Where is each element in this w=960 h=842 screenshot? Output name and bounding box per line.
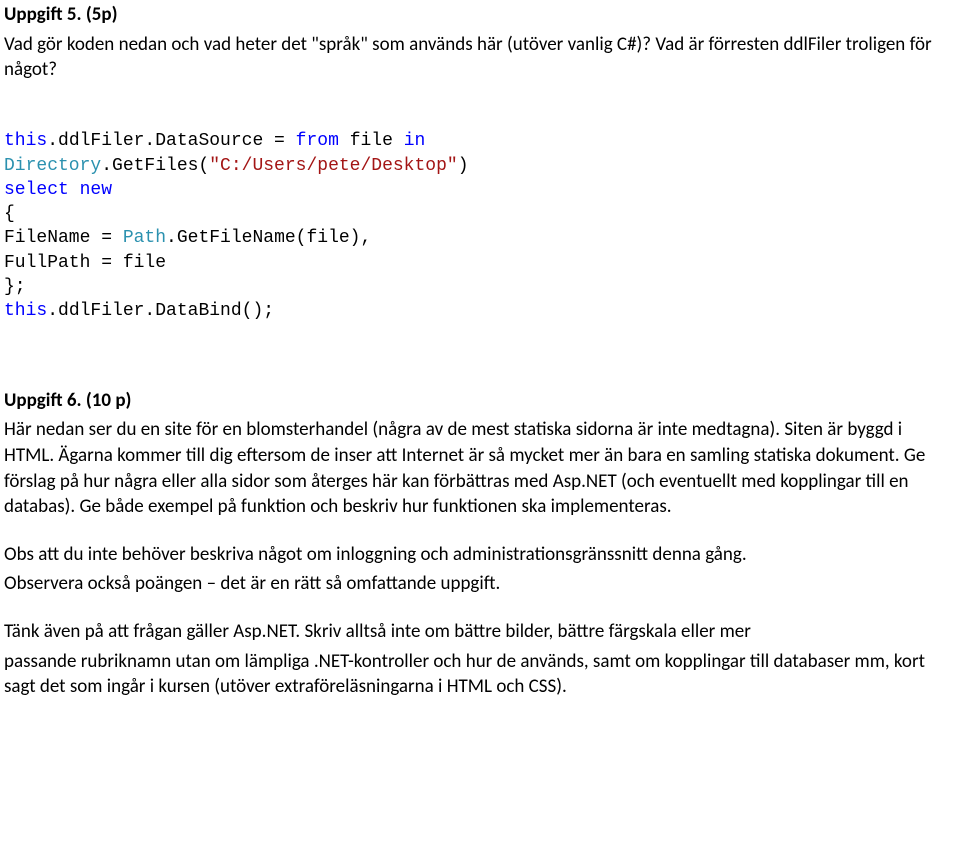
task5-code-block: this.ddlFiler.DataSource = from file in …	[4, 105, 952, 324]
class-path: Path	[123, 228, 166, 248]
code-text: .ddlFiler.DataBind();	[47, 301, 274, 321]
code-text: .GetFileName(file),	[166, 228, 371, 248]
code-line-2: Directory.GetFiles("C:/Users/pete/Deskto…	[4, 156, 469, 176]
code-text	[69, 180, 80, 200]
code-line-1: this.ddlFiler.DataSource = from file in	[4, 131, 425, 151]
task5-intro: Vad gör koden nedan och vad heter det "s…	[4, 32, 952, 83]
code-text: {	[4, 204, 15, 224]
class-directory: Directory	[4, 156, 101, 176]
code-text: .ddlFiler.DataSource =	[47, 131, 295, 151]
keyword-in: in	[404, 131, 426, 151]
code-line-3: select new	[4, 180, 112, 200]
keyword-this: this	[4, 301, 47, 321]
code-line-8: this.ddlFiler.DataBind();	[4, 301, 274, 321]
task6-paragraph-1: Här nedan ser du en site för en blomster…	[4, 417, 952, 520]
task5-heading: Uppgift 5. (5p)	[4, 2, 952, 28]
code-text: )	[458, 156, 469, 176]
task6-paragraph-3a: Tänk även på att frågan gäller Asp.NET. …	[4, 619, 952, 645]
string-literal: "C:/Users/pete/Desktop"	[209, 156, 457, 176]
code-line-6: FullPath = file	[4, 253, 166, 273]
keyword-from: from	[296, 131, 339, 151]
code-text: FileName =	[4, 228, 123, 248]
code-text: };	[4, 277, 26, 297]
keyword-new: new	[80, 180, 112, 200]
code-text: FullPath = file	[4, 253, 166, 273]
task6-paragraph-3b: passande rubriknamn utan om lämpliga .NE…	[4, 649, 952, 700]
document-page: Uppgift 5. (5p) Vad gör koden nedan och …	[0, 0, 960, 748]
code-line-5: FileName = Path.GetFileName(file),	[4, 228, 371, 248]
code-text: file	[339, 131, 404, 151]
task6-section: Uppgift 6. (10 p) Här nedan ser du en si…	[4, 388, 952, 700]
keyword-select: select	[4, 180, 69, 200]
keyword-this: this	[4, 131, 47, 151]
task6-paragraph-2a: Obs att du inte behöver beskriva något o…	[4, 542, 952, 568]
task6-heading: Uppgift 6. (10 p)	[4, 388, 952, 414]
code-line-4: {	[4, 204, 15, 224]
task6-paragraph-2b: Observera också poängen – det är en rätt…	[4, 571, 952, 597]
code-line-7: };	[4, 277, 26, 297]
task5-section: Uppgift 5. (5p) Vad gör koden nedan och …	[4, 2, 952, 324]
code-text: .GetFiles(	[101, 156, 209, 176]
